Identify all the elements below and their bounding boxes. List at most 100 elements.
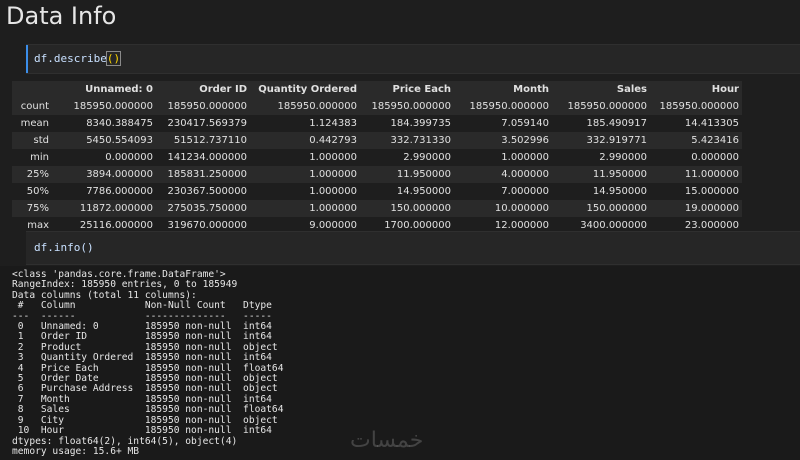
table-row: 75% 11872.000000 275035.750000 1.000000 150.…	[12, 200, 742, 217]
table-cell: 7.059140	[501, 118, 549, 129]
table-cell: 11.950000	[396, 169, 451, 180]
output-line: 10 Hour 185950 non-null int64	[12, 425, 284, 437]
output-line: --- ------ -------------- -----	[12, 310, 284, 322]
table-corner	[12, 81, 52, 98]
table-cell: 8340.388475	[86, 118, 153, 129]
table-cell: 14.950000	[592, 186, 647, 197]
table-cell: 185950.000000	[167, 101, 247, 112]
table-cell: 3894.000000	[86, 169, 153, 180]
table-cell: 185831.250000	[167, 169, 247, 180]
table-cell: 332.919771	[586, 135, 647, 146]
table-cell: 185950.000000	[659, 101, 739, 112]
row-label: min	[30, 152, 49, 163]
table-cell: 19.000000	[684, 203, 739, 214]
row-label: 25%	[26, 169, 49, 180]
output-line: # Column Non-Null Count Dtype	[12, 300, 284, 312]
output-line: <class 'pandas.core.frame.DataFrame'>	[12, 269, 226, 280]
table-cell: 185950.000000	[371, 101, 451, 112]
table-cell: 5.423416	[691, 135, 739, 146]
column-header: Sales	[552, 81, 650, 98]
row-label: std	[33, 135, 49, 146]
table-cell: 185950.000000	[277, 101, 357, 112]
table-cell: 332.731330	[390, 135, 451, 146]
column-header: Hour	[650, 81, 742, 98]
output-line: 4 Price Each 185950 non-null float64	[12, 362, 284, 374]
table-cell: 185950.000000	[567, 101, 647, 112]
table-header-row: Unnamed: 0 Order ID Quantity Ordered Pri…	[12, 81, 742, 98]
output-line: 5 Order Date 185950 non-null object	[12, 373, 284, 385]
table-cell: 150.000000	[586, 203, 647, 214]
table-cell: 230417.569379	[167, 118, 247, 129]
table-cell: 3.502996	[501, 135, 549, 146]
table-cell: 14.950000	[396, 186, 451, 197]
code-cell-describe[interactable]: df.describe()	[26, 44, 800, 74]
column-header: Order ID	[156, 81, 250, 98]
output-line: dtypes: float64(2), int64(5), object(4)	[12, 435, 238, 447]
table-cell: 14.413305	[684, 118, 739, 129]
table-cell: 0.000000	[691, 152, 739, 163]
describe-output-table: Unnamed: 0 Order ID Quantity Ordered Pri…	[12, 81, 742, 234]
table-cell: 1.124383	[309, 118, 357, 129]
table-cell: 275035.750000	[167, 203, 247, 214]
column-header: Unnamed: 0	[52, 81, 156, 98]
output-line: Data columns (total 11 columns):	[12, 289, 197, 301]
table-cell: 15.000000	[684, 186, 739, 197]
table-cell: 51512.737110	[173, 135, 247, 146]
table-cell: 2.990000	[403, 152, 451, 163]
table-cell: 230367.500000	[167, 186, 247, 197]
table-row: count 185950.000000 185950.000000 185950.00…	[12, 98, 742, 115]
output-line: 8 Sales 185950 non-null float64	[12, 404, 284, 416]
output-line: 9 City 185950 non-null object	[12, 414, 284, 426]
info-output-text: <class 'pandas.core.frame.DataFrame'> Ra…	[12, 269, 284, 457]
output-line: 3 Quantity Ordered 185950 non-null int64	[12, 352, 284, 364]
table-cell: 11872.000000	[79, 203, 153, 214]
output-line: 0 Unnamed: 0 185950 non-null int64	[12, 321, 284, 333]
table-row: 50% 7786.000000 230367.500000 1.000000 14.95…	[12, 183, 742, 200]
table-cell: 1.000000	[501, 152, 549, 163]
code-cell-info[interactable]: df.info()	[26, 231, 800, 265]
table-row: min 0.000000 141234.000000 1.000000 2.990000…	[12, 149, 742, 166]
table-cell: 185.490917	[586, 118, 647, 129]
markdown-title: Data Info	[6, 2, 117, 30]
table-cell: 2.990000	[599, 152, 647, 163]
table-cell: 5450.554093	[86, 135, 153, 146]
table-cell: 7786.000000	[86, 186, 153, 197]
table-cell: 0.000000	[105, 152, 153, 163]
table-cell: 1.000000	[309, 186, 357, 197]
table-cell: 141234.000000	[167, 152, 247, 163]
row-label: count	[20, 101, 49, 112]
code-editor-describe[interactable]: df.describe()	[34, 51, 122, 66]
cell-focus-indicator	[26, 45, 28, 73]
row-label: 50%	[26, 186, 49, 197]
row-label: 75%	[26, 203, 49, 214]
table-cell: 185950.000000	[469, 101, 549, 112]
table-cell: 150.000000	[390, 203, 451, 214]
table-cell: 7.000000	[501, 186, 549, 197]
table-cell: 184.399735	[390, 118, 451, 129]
output-line: 7 Month 185950 non-null int64	[12, 393, 284, 405]
output-line: 2 Product 185950 non-null object	[12, 341, 284, 353]
output-line: RangeIndex: 185950 entries, 0 to 185949	[12, 279, 238, 291]
table-cell: 1.000000	[309, 152, 357, 163]
table-row: std 5450.554093 51512.737110 0.442793 332.73…	[12, 132, 742, 149]
column-header: Quantity Ordered	[250, 81, 360, 98]
output-line: 6 Purchase Address 185950 non-null objec…	[12, 383, 284, 395]
table-cell: 0.442793	[309, 135, 357, 146]
column-header: Price Each	[360, 81, 454, 98]
table-row: 25% 3894.000000 185831.250000 1.000000 11.95…	[12, 166, 742, 183]
table-cell: 4.000000	[501, 169, 549, 180]
table-row: mean 8340.388475 230417.569379 1.124383 184.…	[12, 115, 742, 132]
watermark-logo: خمسات	[350, 428, 424, 453]
code-text: df.describe	[34, 52, 107, 65]
row-label: mean	[20, 118, 49, 129]
table-cell: 1.000000	[309, 203, 357, 214]
matched-brackets: ()	[105, 51, 122, 66]
column-header: Month	[454, 81, 552, 98]
table-cell: 11.000000	[684, 169, 739, 180]
table-cell: 10.000000	[494, 203, 549, 214]
output-line: 1 Order ID 185950 non-null int64	[12, 331, 284, 343]
code-editor-info[interactable]: df.info()	[34, 241, 94, 254]
table-cell: 11.950000	[592, 169, 647, 180]
table-cell: 1.000000	[309, 169, 357, 180]
table-cell: 185950.000000	[73, 101, 153, 112]
